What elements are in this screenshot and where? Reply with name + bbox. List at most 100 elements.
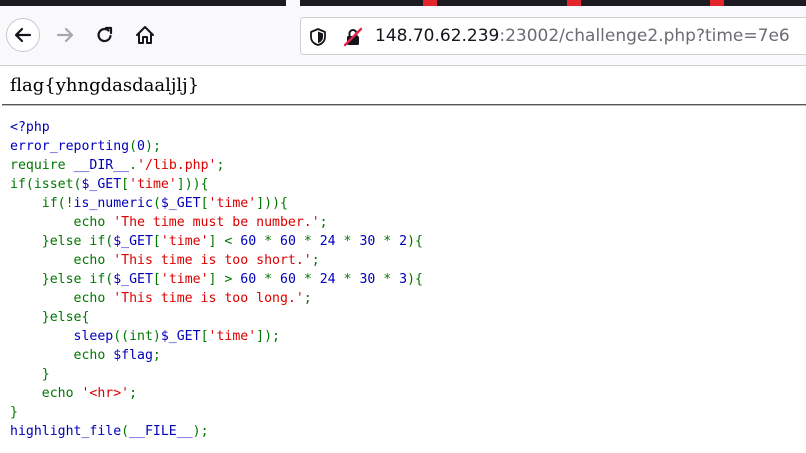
code-token: ( — [152, 196, 161, 211]
code-token: 'This time is too short.' — [113, 253, 312, 268]
code-line: if(!is_numeric($_GET['time'])){ — [10, 194, 423, 213]
code-token: is_numeric — [73, 196, 153, 211]
code-token: 60 — [280, 272, 304, 287]
code-token: 'time' — [208, 196, 257, 211]
code-token: 'time' — [208, 329, 257, 344]
reload-button[interactable] — [88, 18, 122, 52]
code-token: ; — [152, 348, 161, 363]
code-token: ] > — [208, 272, 241, 287]
code-token: 60 — [240, 272, 265, 287]
code-token: echo — [10, 386, 82, 401]
code-line: echo 'The time must be number.'; — [10, 213, 423, 232]
code-token: ]); — [256, 329, 280, 344]
code-token: error_reporting — [10, 139, 130, 154]
code-token: __DIR__ — [73, 158, 130, 173]
php-source-code: <?php error_reporting(0); require __DIR__.… — [10, 118, 423, 441]
code-token: 'time' — [129, 177, 177, 192]
code-token: * — [264, 272, 280, 287]
code-token: __FILE__ — [129, 424, 193, 439]
code-token: ( — [121, 424, 130, 439]
home-button[interactable] — [128, 18, 162, 52]
code-token: * — [303, 234, 320, 249]
code-line: require __DIR__.'/lib.php'; — [10, 156, 423, 175]
code-line: if(isset($_GET['time'])){ — [10, 175, 423, 194]
page-content: flag{yhngdasdaaljlj} <?php error_reportin… — [0, 67, 806, 453]
code-token: echo — [10, 215, 114, 230]
code-token: echo — [10, 291, 114, 306]
code-line: sleep((int)$_GET['time']); — [10, 327, 423, 346]
code-token: echo — [10, 348, 114, 363]
code-token: * — [264, 234, 280, 249]
flag-output: flag{yhngdasdaaljlj} — [10, 75, 200, 96]
code-token: 60 — [280, 234, 304, 249]
code-token: 'time' — [160, 234, 209, 249]
url-path: :23002/challenge2.php?time=7e6 — [499, 26, 790, 46]
code-token: [ — [200, 329, 209, 344]
code-token: '/lib.php' — [137, 158, 217, 173]
code-token: ){ — [407, 234, 423, 249]
code-token: 2 — [399, 234, 408, 249]
home-icon — [136, 26, 154, 44]
code-token: 30 — [359, 272, 384, 287]
forward-arrow-icon — [56, 27, 74, 43]
code-token: $_GET — [81, 177, 122, 192]
code-token: ])){ — [176, 177, 209, 192]
browser-toolbar: 148.70.62.239:23002/challenge2.php?time=… — [0, 6, 806, 66]
shield-icon[interactable] — [309, 27, 327, 47]
horizontal-rule — [2, 104, 806, 106]
back-button[interactable] — [6, 18, 40, 52]
code-token: ; — [129, 386, 138, 401]
code-token: $_GET — [160, 196, 201, 211]
code-token: ; — [216, 158, 225, 173]
code-token: }else if( — [10, 234, 114, 249]
code-token: if(isset( — [10, 177, 82, 192]
code-token: <?php — [10, 120, 50, 135]
code-token: 24 — [319, 272, 344, 287]
code-token: * — [383, 272, 400, 287]
code-line: highlight_file(__FILE__); — [10, 422, 423, 441]
code-token: * — [303, 272, 320, 287]
code-line: }else{ — [10, 308, 423, 327]
code-token: * — [343, 234, 360, 249]
code-token: $_GET — [160, 329, 201, 344]
code-token: . — [129, 158, 138, 173]
code-token: [ — [152, 234, 161, 249]
code-token: ); — [145, 139, 161, 154]
insecure-lock-icon[interactable] — [343, 27, 363, 47]
address-bar[interactable]: 148.70.62.239:23002/challenge2.php?time=… — [300, 17, 806, 55]
url-text[interactable]: 148.70.62.239:23002/challenge2.php?time=… — [375, 26, 790, 46]
code-token: ( — [129, 139, 138, 154]
code-token: $_GET — [113, 272, 153, 287]
code-token: '<hr>' — [81, 386, 130, 401]
code-token: ])){ — [256, 196, 288, 211]
code-line: }else if($_GET['time'] < 60 * 60 * 24 * … — [10, 232, 423, 251]
code-token: 'This time is too long.' — [113, 291, 304, 306]
code-token: echo — [10, 253, 114, 268]
url-host: 148.70.62.239 — [375, 26, 500, 46]
code-token: ((int) — [113, 329, 161, 344]
code-token: }else if( — [10, 272, 114, 287]
code-line: echo $flag; — [10, 346, 423, 365]
code-token: sleep — [10, 329, 114, 344]
code-token: ; — [303, 291, 312, 306]
code-line: } — [10, 365, 423, 384]
code-token: [ — [152, 272, 161, 287]
code-line: }else if($_GET['time'] > 60 * 60 * 24 * … — [10, 270, 423, 289]
code-token: $_GET — [113, 234, 153, 249]
back-arrow-icon — [14, 27, 32, 43]
code-token: * — [383, 234, 400, 249]
code-token: [ — [200, 196, 209, 211]
code-token: }else{ — [10, 310, 90, 325]
code-token: if(! — [10, 196, 74, 211]
code-token: ] < — [208, 234, 241, 249]
code-token: 24 — [319, 234, 344, 249]
code-token: 3 — [399, 272, 408, 287]
code-line: echo 'This time is too long.'; — [10, 289, 423, 308]
code-token: highlight_file — [10, 424, 122, 439]
code-line: error_reporting(0); — [10, 137, 423, 156]
code-line: <?php — [10, 118, 423, 137]
forward-button[interactable] — [48, 18, 82, 52]
code-line: echo '<hr>'; — [10, 384, 423, 403]
code-token: } — [10, 405, 18, 420]
code-token: ; — [319, 215, 328, 230]
